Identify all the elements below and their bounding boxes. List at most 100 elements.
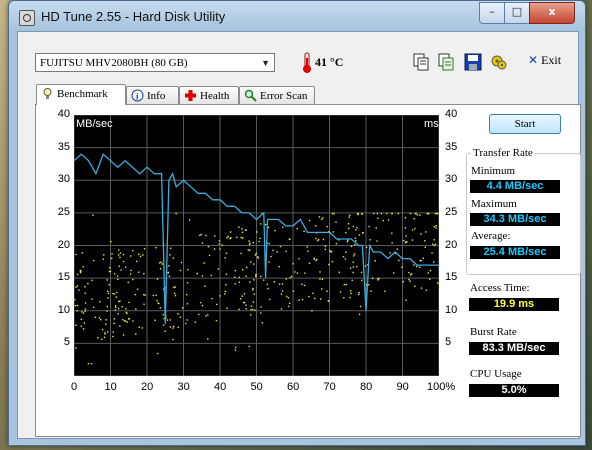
access-time-point [126,321,128,323]
access-time-point [159,268,162,270]
access-time-point [292,290,295,292]
access-time-point [81,252,83,254]
access-time-point [75,347,77,349]
x-tick: 90 [396,381,409,393]
y-tick-left: 40 [57,108,70,120]
access-time-point [87,362,90,365]
close-button[interactable]: x [529,2,575,24]
access-time-point [428,278,431,281]
access-time-point [356,265,358,268]
access-time-point [343,297,345,299]
tab-info[interactable]: i Info [126,86,179,104]
access-time-point [173,286,175,289]
options-icon[interactable] [489,52,509,72]
access-time-point [346,240,349,243]
access-time-point [355,240,357,242]
access-time-point [117,278,119,281]
exit-button[interactable]: ✕ Exit [528,53,561,68]
access-time-point [99,301,101,303]
access-time-point [434,212,436,215]
copy-all-icon[interactable] [436,52,456,72]
access-time-point [321,278,324,280]
access-time-point [387,219,390,221]
access-time-point [84,308,87,310]
access-time-point [117,254,120,256]
access-time-point [349,290,352,292]
access-time-point [196,272,198,275]
access-time-point [94,316,97,318]
access-time-point [122,260,125,263]
y-tick-left: 15 [57,271,70,284]
access-time-point [92,259,95,262]
access-time-point [138,271,140,273]
access-time-point [77,273,79,276]
y-tick-right: 40 [445,108,458,120]
tab-error-scan[interactable]: Error Scan [239,86,315,104]
access-time-point [424,240,426,242]
minimum-label: Minimum [471,165,516,177]
access-time-point [101,328,104,331]
y-tick-right: 30 [445,173,458,186]
access-time-point [391,242,393,244]
access-time-point [173,292,176,295]
access-time-point [351,279,353,282]
access-time-point [112,335,114,338]
access-time-point [411,239,414,241]
access-time-point [303,230,305,232]
access-time-point [79,269,82,272]
access-time-point [80,325,83,328]
access-time-point [84,286,86,288]
access-time-point [136,288,139,291]
title-bar[interactable]: HD Tune 2.55 - Hard Disk Utility – □ x [9,1,585,31]
access-time-point [352,271,354,274]
access-time-point [425,289,428,291]
access-time-point [332,231,335,233]
access-time-point [348,216,350,218]
drive-select[interactable]: FUJITSU MHV2080BH (80 GB) ▼ [35,53,275,72]
access-time-point [380,212,383,215]
maximize-button[interactable]: □ [504,2,530,24]
access-time-point [180,261,183,264]
access-time-point [292,263,294,265]
access-time-point [424,246,427,248]
access-time-point [186,293,188,296]
access-time-point [84,302,87,304]
access-time-point [113,293,116,295]
access-time-point [172,257,175,259]
x-tick: 0 [71,381,78,393]
minimize-button[interactable]: – [479,2,505,24]
access-time-point [433,225,436,228]
access-time-point [296,227,299,230]
save-icon[interactable] [463,52,483,72]
access-time-point [224,256,226,259]
access-time-point [433,239,435,241]
access-time-point [117,307,120,310]
access-time-point [285,250,287,253]
copy-icon[interactable] [411,52,431,72]
access-time-point [240,252,242,255]
access-time-point [186,303,189,305]
access-time-point [199,301,202,304]
access-time-point [204,285,206,287]
access-time-point [375,227,377,229]
start-button[interactable]: Start [489,114,561,134]
access-time-point [361,212,363,215]
access-time-point [411,229,414,231]
access-time-point [143,293,145,296]
tab-benchmark[interactable]: Benchmark [36,84,126,105]
access-time-point [194,321,197,323]
access-time-point [384,290,386,293]
access-time-point [136,260,138,263]
access-time-point [327,300,330,302]
access-time-point [435,225,437,227]
access-time-point [308,262,311,265]
access-time-point [427,212,430,215]
access-time-point [404,227,407,229]
access-time-point [122,334,125,336]
access-time-point [138,326,140,328]
tab-health[interactable]: Health [179,86,239,104]
access-time-point [378,277,380,280]
access-time-point [179,316,182,318]
access-time-point [280,308,283,310]
access-time-point [179,269,182,272]
